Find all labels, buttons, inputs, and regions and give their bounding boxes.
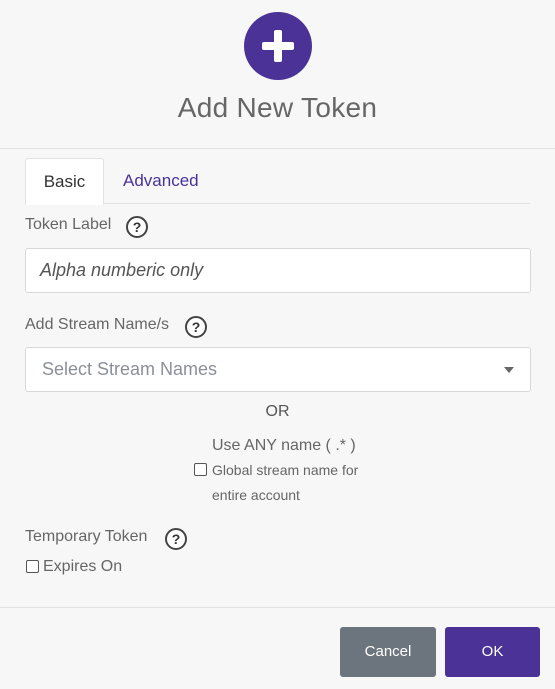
or-divider-text: OR [265,403,290,420]
ok-button[interactable]: OK [445,627,540,677]
stream-names-label: Add Stream Name/s [25,316,170,333]
plus-circle-icon [244,12,312,80]
modal-header: Add New Token [0,0,555,149]
stream-names-placeholder: Select Stream Names [42,359,218,379]
tab-advanced[interactable]: Advanced [105,158,217,204]
expires-on-label: Expires On [43,558,123,575]
global-stream-checkbox[interactable] [194,463,207,476]
token-label-label: Token Label [25,216,112,233]
stream-names-help-icon[interactable]: ? [185,316,207,338]
any-name-label: Use ANY name ( .* ) [212,437,356,454]
stream-names-select[interactable]: Select Stream Names [25,347,531,392]
add-token-modal: Add New Token Basic Advanced Token Label… [0,0,555,689]
global-stream-text-line2: entire account [212,487,300,503]
global-stream-text-line1: Global stream name for [212,462,359,478]
tab-bar: Basic Advanced [25,158,530,205]
chevron-down-icon [504,367,514,373]
modal-title: Add New Token [177,92,378,123]
cancel-button[interactable]: Cancel [340,627,436,677]
expires-on-checkbox[interactable] [26,560,39,573]
token-label-help-icon[interactable]: ? [126,216,148,238]
tab-basic[interactable]: Basic [25,158,104,205]
footer-divider [0,607,555,608]
temporary-token-help-icon[interactable]: ? [165,528,187,550]
temporary-token-label: Temporary Token [25,528,148,545]
token-label-input[interactable]: Alpha numberic only [25,248,531,293]
